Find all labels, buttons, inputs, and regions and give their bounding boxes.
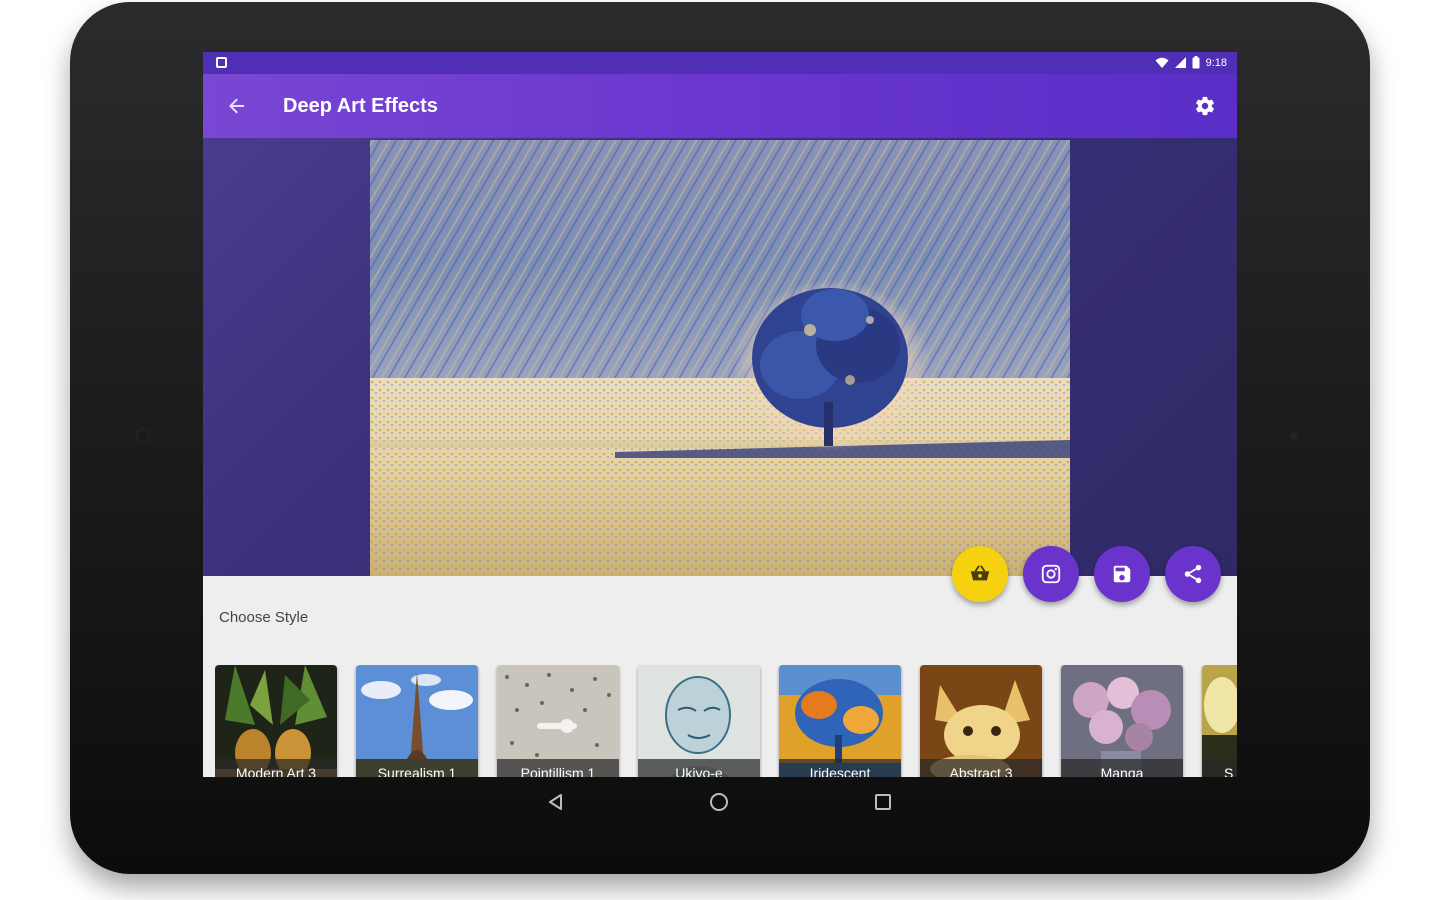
navigation-bar xyxy=(203,777,1237,825)
gear-icon xyxy=(1196,96,1214,116)
style-label: S xyxy=(1202,759,1237,777)
status-time: 9:18 xyxy=(1205,56,1227,69)
instagram-icon xyxy=(1041,564,1061,584)
battery-icon xyxy=(1192,56,1200,69)
style-label: Modern Art 3 xyxy=(215,759,337,777)
save-icon xyxy=(1113,565,1131,583)
app-title: Deep Art Effects xyxy=(283,95,438,117)
choose-style-heading: Choose Style xyxy=(219,609,309,626)
style-label: Surrealism 1 xyxy=(356,759,478,777)
back-button[interactable] xyxy=(221,90,253,122)
light-sensor xyxy=(1290,432,1298,440)
style-card-ukiyo-e[interactable]: Ukiyo-e xyxy=(638,665,760,777)
recents-square-icon xyxy=(875,794,891,810)
home-circle-icon xyxy=(710,793,728,811)
nav-home-button[interactable] xyxy=(704,787,734,817)
wifi-icon xyxy=(1155,57,1169,68)
style-card-partial[interactable]: S xyxy=(1202,665,1237,777)
style-label: Manga xyxy=(1061,759,1183,777)
stylized-artwork xyxy=(370,140,1070,576)
arrow-back-icon xyxy=(229,98,244,114)
signal-icon xyxy=(1174,57,1186,68)
status-bar: 9:18 xyxy=(203,52,1237,74)
style-label: Ukiyo-e xyxy=(638,759,760,777)
notification-icon xyxy=(216,57,227,68)
app-bar: Deep Art Effects xyxy=(203,74,1237,138)
style-panel: Choose Style Modern Art 3 Surrealism 1 P… xyxy=(203,576,1237,777)
back-triangle-icon xyxy=(549,794,562,810)
basket-icon xyxy=(970,565,990,581)
save-button[interactable] xyxy=(1094,546,1150,602)
style-card-modern-art-3[interactable]: Modern Art 3 xyxy=(215,665,337,777)
style-card-abstract-3[interactable]: Abstract 3 xyxy=(920,665,1042,777)
settings-button[interactable] xyxy=(1189,90,1221,122)
style-card-pointillism-1[interactable]: Pointillism 1 xyxy=(497,665,619,777)
preview-area xyxy=(203,138,1237,576)
nav-recents-button[interactable] xyxy=(868,787,898,817)
style-card-surrealism-1[interactable]: Surrealism 1 xyxy=(356,665,478,777)
shop-button[interactable] xyxy=(952,546,1008,602)
device-screen: 9:18 Deep Art Effects Choose Style Moder… xyxy=(203,52,1237,777)
stylized-tree-field-image xyxy=(370,140,1070,576)
status-indicators: 9:18 xyxy=(1155,56,1227,69)
style-card-manga[interactable]: Manga xyxy=(1061,665,1183,777)
style-label: Pointillism 1 xyxy=(497,759,619,777)
nav-back-button[interactable] xyxy=(541,787,571,817)
style-label: Iridescent xyxy=(779,759,901,777)
share-button[interactable] xyxy=(1165,546,1221,602)
style-carousel[interactable]: Modern Art 3 Surrealism 1 Pointillism 1 … xyxy=(215,665,1237,777)
instagram-button[interactable] xyxy=(1023,546,1079,602)
share-icon xyxy=(1184,564,1202,584)
style-card-iridescent[interactable]: Iridescent xyxy=(779,665,901,777)
style-label: Abstract 3 xyxy=(920,759,1042,777)
front-camera xyxy=(136,428,150,442)
